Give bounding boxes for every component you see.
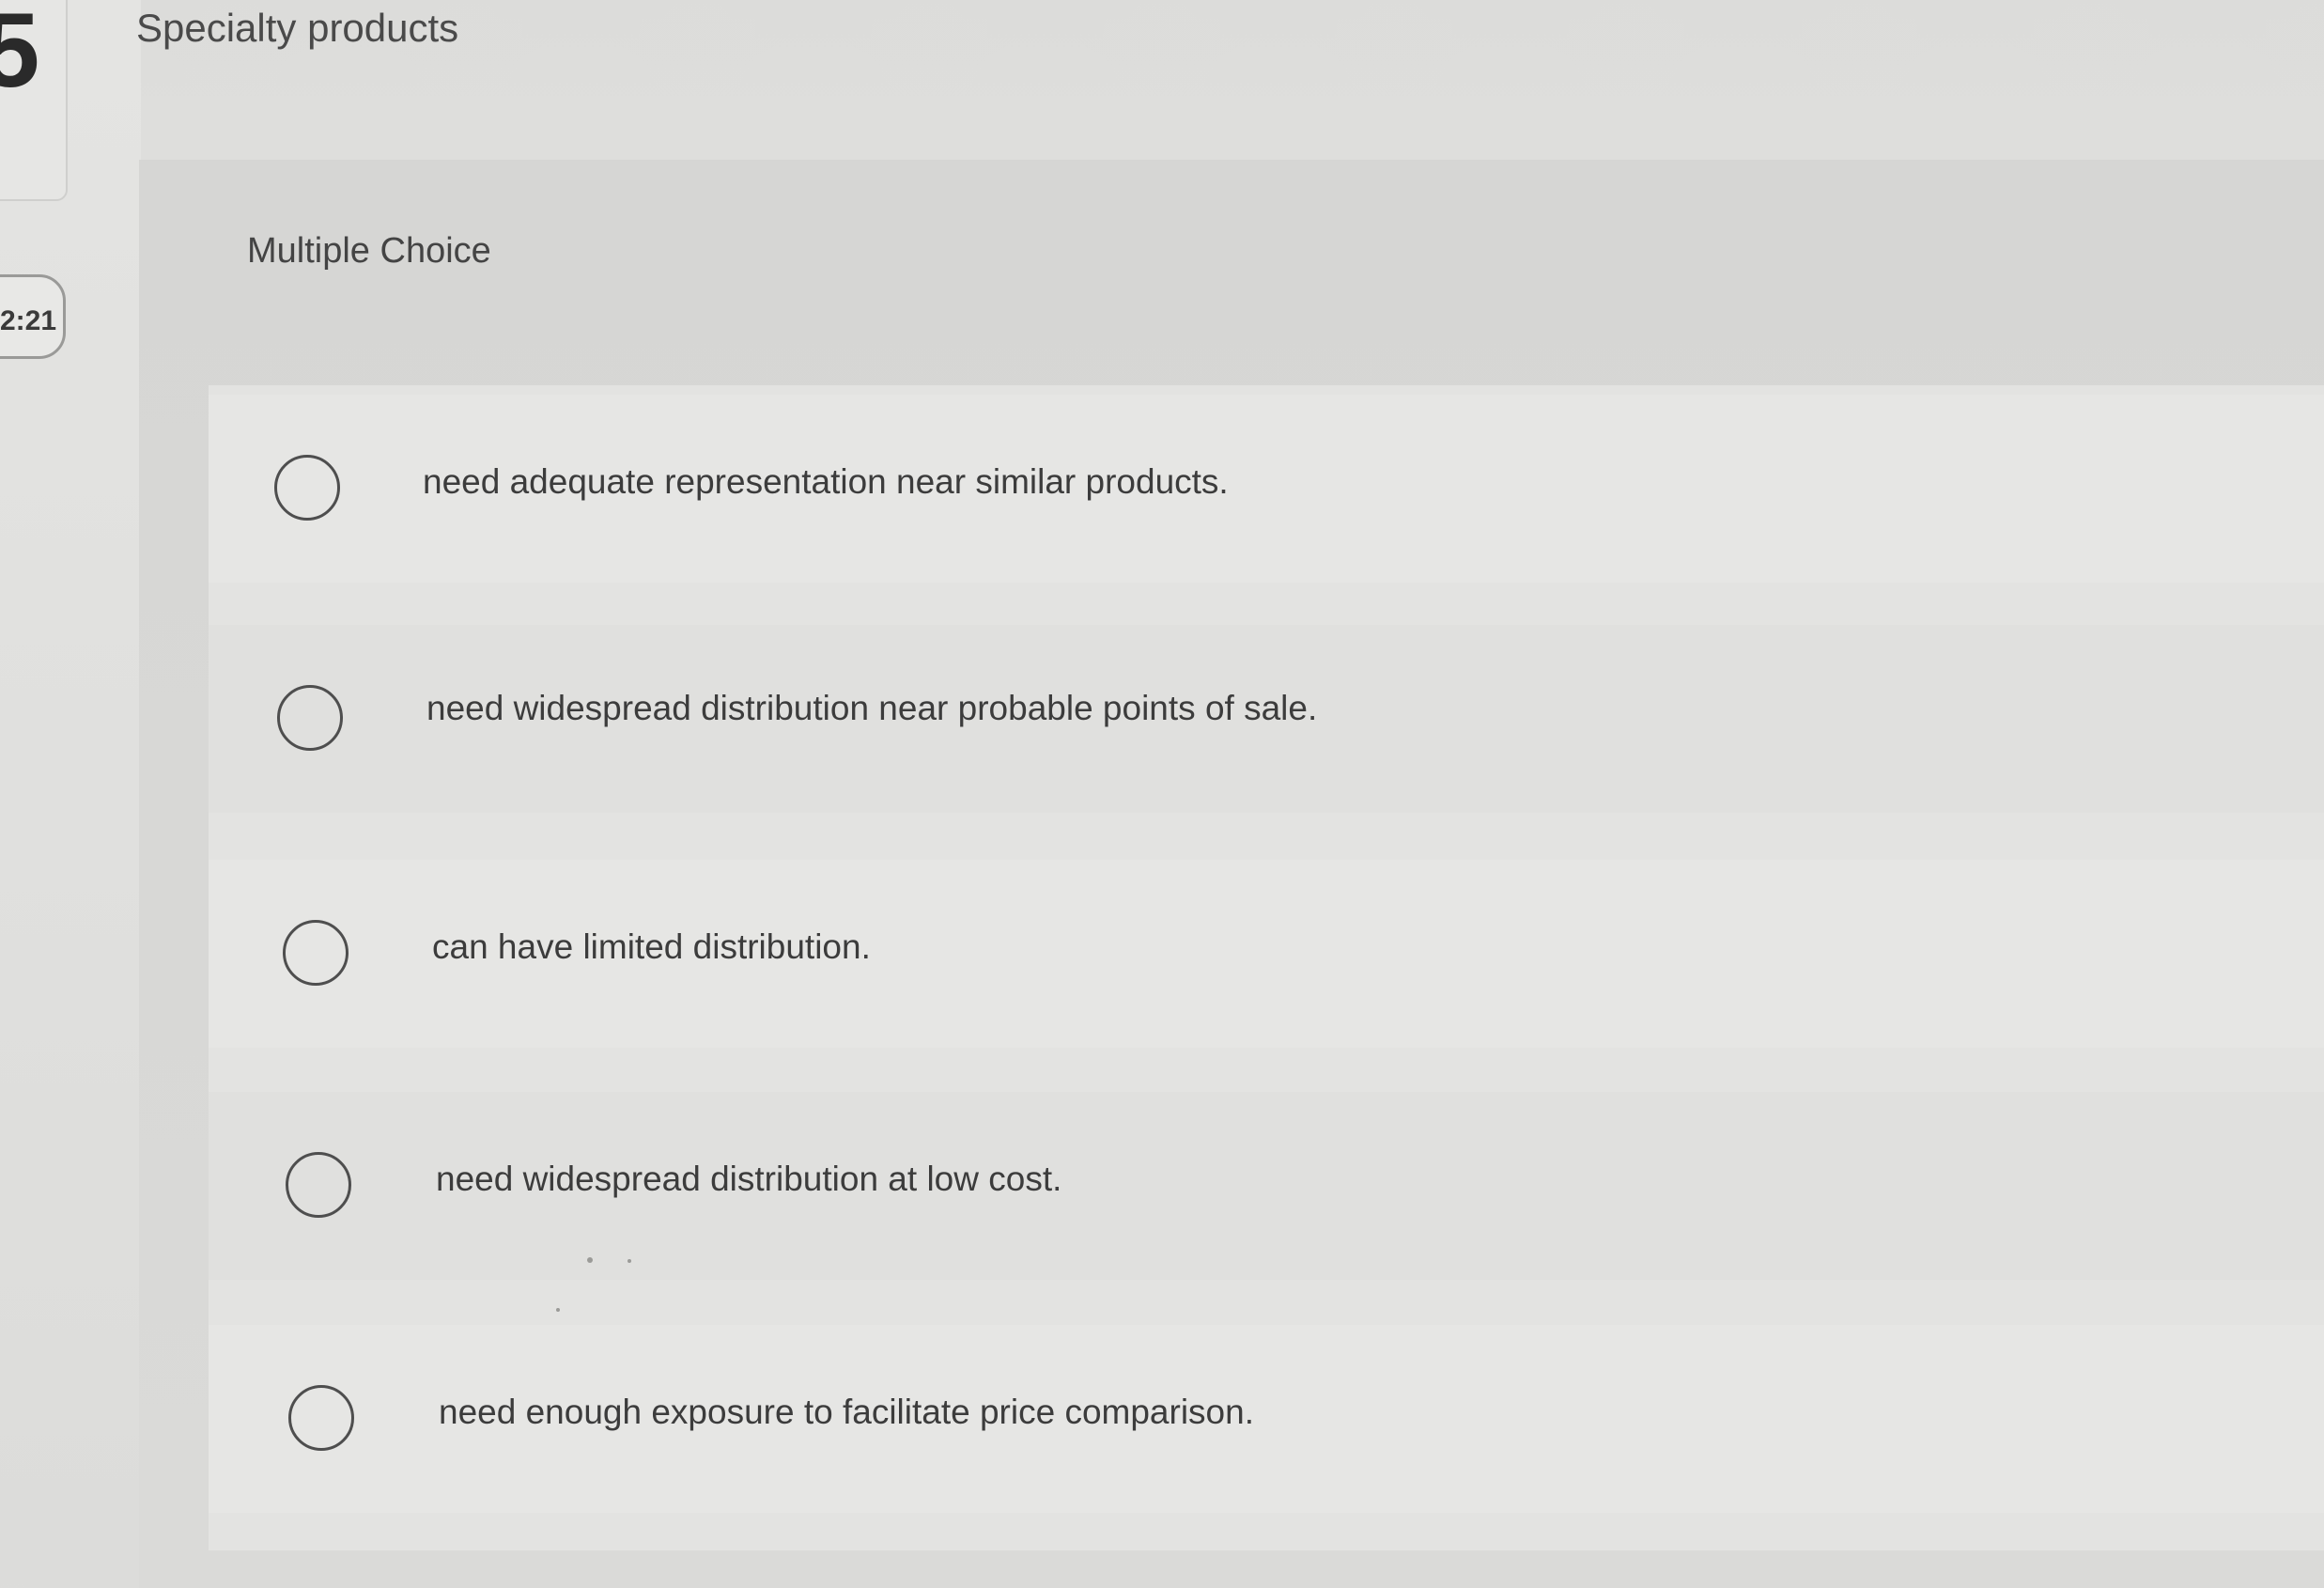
question-number: 5 xyxy=(0,0,40,109)
option-text-3: can have limited distribution. xyxy=(432,927,871,966)
answer-option-4[interactable]: need widespread distribution at low cost… xyxy=(209,1092,2324,1280)
answer-option-2[interactable]: need widespread distribution near probab… xyxy=(209,625,2324,813)
answer-option-1[interactable]: need adequate representation near simila… xyxy=(209,395,2324,583)
answer-option-3[interactable]: can have limited distribution. xyxy=(209,860,2324,1048)
radio-button-option-2[interactable] xyxy=(277,685,343,751)
option-text-5: need enough exposure to facilitate price… xyxy=(439,1393,1254,1431)
option-text-2: need widespread distribution near probab… xyxy=(426,689,1318,727)
option-text-4: need widespread distribution at low cost… xyxy=(436,1160,1062,1198)
radio-button-option-1[interactable] xyxy=(274,455,340,521)
option-text-1: need adequate representation near simila… xyxy=(423,462,1229,501)
question-type-label: Multiple Choice xyxy=(247,231,491,271)
screen-speck xyxy=(556,1308,560,1312)
timer-text: 2:21 xyxy=(0,305,57,336)
radio-button-option-3[interactable] xyxy=(283,920,349,986)
radio-button-option-5[interactable] xyxy=(288,1385,354,1451)
answer-option-5[interactable]: need enough exposure to facilitate price… xyxy=(209,1325,2324,1513)
question-sidebar xyxy=(0,0,141,1580)
screen-speck xyxy=(587,1257,593,1263)
radio-button-option-4[interactable] xyxy=(286,1152,351,1218)
question-prompt: Specialty products xyxy=(136,6,459,50)
screen-speck xyxy=(627,1259,631,1263)
